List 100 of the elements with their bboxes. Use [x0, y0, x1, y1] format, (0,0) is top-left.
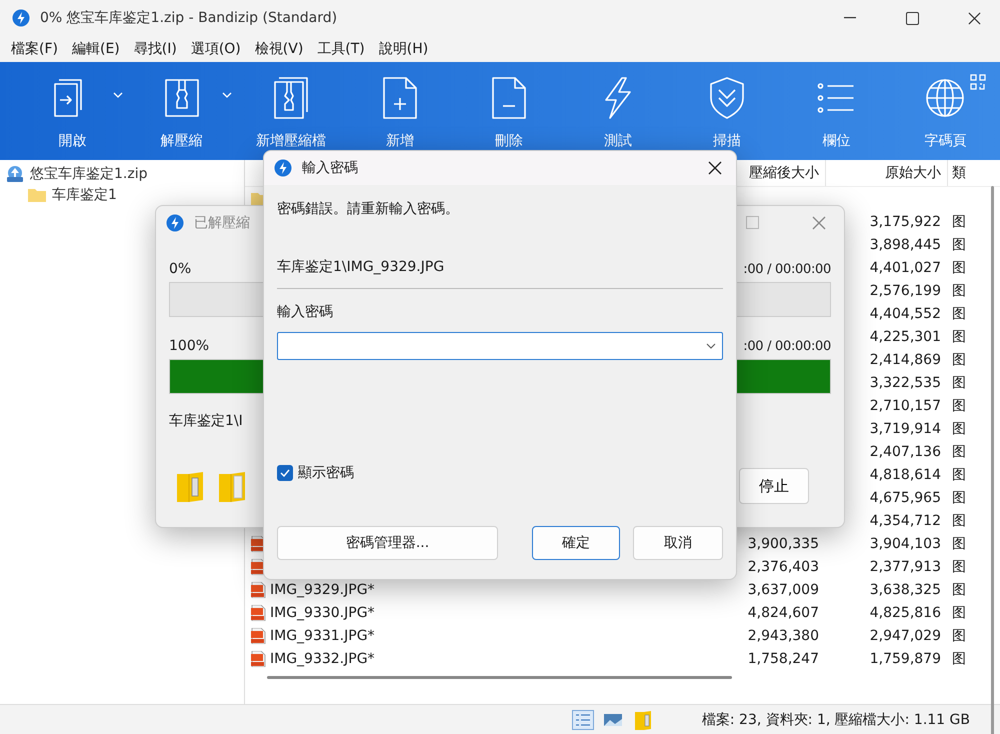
caret-icon[interactable] — [113, 92, 124, 98]
column-header[interactable]: 類 — [947, 160, 1000, 186]
table-cell: 图 — [952, 490, 966, 506]
current-file: 车库鉴定1\I — [169, 413, 243, 429]
app-logo-icon — [166, 214, 184, 232]
window-title: 0% 悠宝车库鉴定1.zip - Bandizip (Standard) — [40, 9, 338, 27]
table-cell: 4,225,301 — [870, 328, 941, 344]
file-name[interactable]: IMG_9331.JPG* — [270, 628, 375, 644]
menu-item[interactable]: 工具(T) — [310, 40, 372, 58]
table-cell: 3,637,009 — [748, 582, 819, 598]
image-file-icon — [251, 582, 266, 598]
time-label: :00 / 00:00:00 — [743, 262, 831, 276]
file-name[interactable]: IMG_9329.JPG* — [270, 582, 375, 598]
list-icon — [816, 82, 856, 114]
table-cell: 4,401,027 — [870, 260, 941, 276]
table-cell: 1,759,879 — [870, 650, 941, 666]
percent-label: 100% — [169, 338, 210, 354]
file-name[interactable]: IMG_9330.JPG* — [270, 604, 375, 620]
minimize-icon[interactable] — [844, 17, 856, 19]
table-cell: 4,825,816 — [870, 604, 941, 620]
toolbar-button[interactable]: 解壓縮 — [127, 62, 236, 160]
table-cell: 图 — [952, 628, 966, 644]
table-cell: 4,818,614 — [870, 466, 941, 482]
table-cell: 图 — [952, 582, 966, 598]
table-cell: 4,354,712 — [870, 512, 941, 528]
toolbar-button[interactable]: 開啟 — [18, 62, 128, 160]
image-file-icon — [251, 628, 266, 644]
zip-file-icon — [6, 164, 24, 182]
checkbox-label[interactable]: 顯示密碼 — [298, 464, 354, 482]
table-cell: 2,377,913 — [870, 558, 941, 574]
menu-item[interactable]: 尋找(I) — [126, 40, 184, 58]
menu-item[interactable]: 檢視(V) — [248, 40, 310, 58]
checkbox[interactable] — [277, 465, 293, 481]
table-cell: 2,947,029 — [870, 628, 941, 644]
stop-button[interactable]: 停止 — [739, 468, 809, 504]
error-message: 密碼錯誤。請重新輸入密碼。 — [277, 200, 460, 218]
details-view-icon[interactable] — [572, 710, 594, 730]
table-cell: 图 — [952, 604, 966, 620]
column-header[interactable]: 原始大小 — [825, 160, 947, 186]
table-cell: 3,904,103 — [870, 536, 941, 552]
table-cell: 图 — [952, 558, 966, 574]
grid-icon[interactable] — [970, 74, 986, 90]
menu-item[interactable]: 選項(O) — [184, 40, 248, 58]
toolbar-button[interactable]: 掃描 — [672, 62, 782, 160]
table-cell: 1,758,247 — [748, 650, 819, 666]
table-cell: 图 — [952, 444, 966, 460]
table-cell: 3,898,445 — [870, 236, 941, 252]
app-logo-icon — [12, 9, 30, 27]
tree-item[interactable]: 悠宝车库鉴定1.zip — [30, 164, 148, 182]
table-cell: 图 — [952, 282, 966, 298]
table-cell: 图 — [952, 236, 966, 252]
menu-item[interactable]: 編輯(E) — [64, 40, 127, 58]
toolbar-button[interactable]: 新增 — [345, 62, 454, 160]
table-cell: 2,576,199 — [870, 282, 941, 298]
folder-icon — [28, 188, 46, 202]
percent-label: 0% — [169, 261, 192, 277]
toolbar-button[interactable]: 新增壓縮檔 — [236, 62, 346, 160]
table-cell: 3,175,922 — [870, 214, 941, 230]
toolbar-button[interactable]: 欄位 — [782, 62, 891, 160]
close-icon[interactable] — [708, 161, 722, 175]
status-text: 檔案: 23, 資料夾: 1, 壓縮檔大小: 1.11 GB — [702, 710, 970, 728]
image-file-icon — [251, 650, 266, 666]
toolbar-button[interactable]: 測試 — [564, 62, 673, 160]
menu-item[interactable]: 檔案(F) — [4, 40, 65, 58]
table-cell: 图 — [952, 466, 966, 482]
table-cell: 图 — [952, 214, 966, 230]
table-cell: 2,710,157 — [870, 398, 941, 414]
menu-item[interactable]: 說明(H) — [372, 40, 436, 58]
scrollbar-thumb[interactable] — [991, 186, 994, 734]
table-cell: 4,404,552 — [870, 306, 941, 322]
table-cell: 2,407,136 — [870, 444, 941, 460]
scrollbar-thumb[interactable] — [267, 676, 732, 678]
table-cell: 3,719,914 — [870, 420, 941, 436]
table-cell: 2,943,380 — [748, 628, 819, 644]
password-manager-button[interactable]: 密碼管理器... — [277, 526, 498, 560]
cancel-button[interactable]: 取消 — [633, 526, 723, 560]
toolbar-button[interactable]: 字碼頁 — [890, 62, 1000, 160]
table-cell: 4,675,965 — [870, 490, 941, 506]
globe-icon — [925, 76, 966, 120]
ok-button[interactable]: 確定 — [532, 526, 620, 560]
close-icon[interactable] — [968, 12, 980, 24]
tree-item[interactable]: 车库鉴定1 — [52, 186, 117, 204]
table-cell: 3,638,325 — [870, 582, 941, 598]
chevron-icon[interactable] — [706, 343, 716, 349]
table-cell: 3,900,335 — [748, 536, 819, 552]
table-cell: 图 — [952, 536, 966, 552]
table-cell: 图 — [952, 328, 966, 344]
table-cell: 图 — [952, 420, 966, 436]
toolbar-button[interactable]: 刪除 — [454, 62, 564, 160]
table-cell: 图 — [952, 260, 966, 276]
table-cell: 2,414,869 — [870, 352, 941, 368]
table-cell: 图 — [952, 374, 966, 390]
app-logo-icon — [274, 159, 292, 177]
maximize-icon[interactable] — [906, 12, 918, 24]
password-field[interactable] — [277, 332, 723, 360]
folder-icon — [217, 470, 247, 502]
file-name[interactable]: IMG_9332.JPG* — [270, 650, 375, 666]
table-cell: 3,322,535 — [870, 374, 941, 390]
image-file-icon — [251, 604, 266, 620]
caret-icon[interactable] — [222, 92, 232, 98]
